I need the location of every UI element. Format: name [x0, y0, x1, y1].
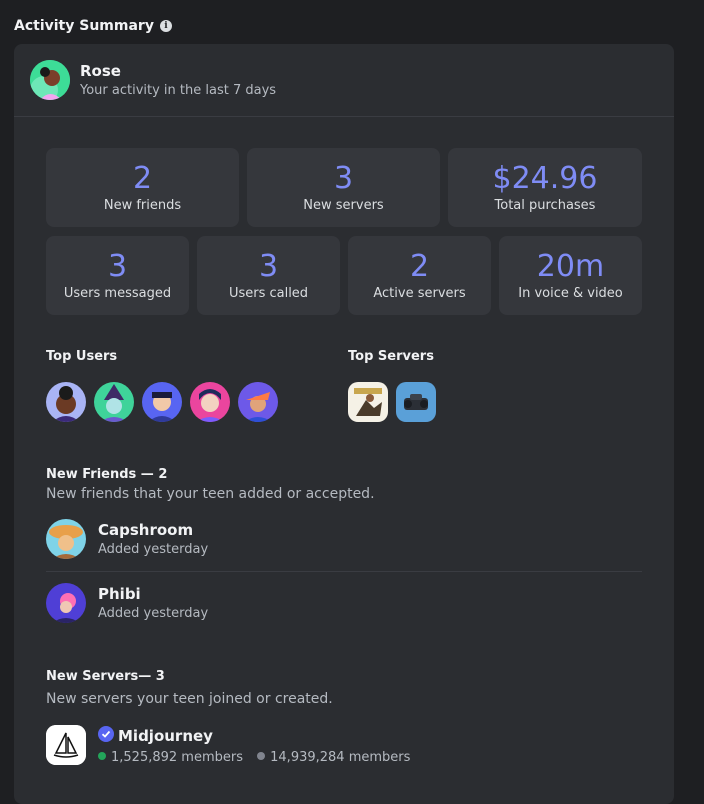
friend-status: Added yesterday [98, 606, 209, 621]
info-icon[interactable]: i [159, 20, 172, 32]
top-servers-title: Top Servers [348, 349, 434, 364]
online-members: 1,525,892 members [111, 749, 243, 765]
friend-avatar [46, 519, 86, 559]
header-subtitle: Your activity in the last 7 days [80, 83, 277, 98]
new-friends-header: New Friends — 2 New friends that your te… [46, 467, 375, 502]
stat-active-servers: 2 Active servers [348, 236, 491, 315]
midjourney-server-icon [46, 725, 86, 765]
online-dot-icon [98, 752, 106, 760]
top-server-icon[interactable] [396, 382, 436, 422]
top-user-avatar[interactable] [142, 382, 182, 422]
friend-row[interactable]: Phibi Added yesterday [46, 583, 642, 623]
friend-status: Added yesterday [98, 542, 209, 557]
top-users-list [46, 382, 278, 422]
top-user-avatar[interactable] [190, 382, 230, 422]
user-name: Rose [80, 62, 121, 80]
top-user-avatar[interactable] [238, 382, 278, 422]
friend-avatar [46, 583, 86, 623]
verified-icon [98, 725, 114, 746]
top-servers-list [348, 382, 436, 422]
activity-summary-card: Rose Your activity in the last 7 days 2 … [14, 44, 674, 804]
activity-summary-title: Activity Summary i [14, 18, 172, 34]
stat-new-servers: 3 New servers [247, 148, 440, 227]
card-header: Rose Your activity in the last 7 days [14, 44, 674, 117]
stats-row-top: 2 New friends 3 New servers $24.96 Total… [46, 148, 642, 227]
top-server-icon[interactable] [348, 382, 388, 422]
stat-total-purchases: $24.96 Total purchases [448, 148, 642, 227]
friend-name: Capshroom [98, 521, 194, 539]
members-dot-icon [257, 752, 266, 760]
top-user-avatar[interactable] [94, 382, 134, 422]
server-row[interactable]: Midjourney 1,525,892 members 14,939,284 … [46, 725, 642, 765]
divider [46, 571, 642, 572]
friend-name: Phibi [98, 585, 141, 603]
stat-voice-video: 20m In voice & video [499, 236, 642, 315]
total-members: 14,939,284 members [270, 749, 411, 765]
top-user-avatar[interactable] [46, 382, 86, 422]
friend-row[interactable]: Capshroom Added yesterday [46, 519, 642, 559]
stats-row-bottom: 3 Users messaged 3 Users called 2 Active… [46, 236, 642, 315]
new-servers-header: New Servers— 3 New servers your teen joi… [46, 669, 333, 707]
stat-users-messaged: 3 Users messaged [46, 236, 189, 315]
top-users-title: Top Users [46, 349, 118, 364]
user-avatar[interactable] [30, 60, 70, 100]
stat-new-friends: 2 New friends [46, 148, 239, 227]
server-name: Midjourney [118, 726, 213, 745]
stat-users-called: 3 Users called [197, 236, 340, 315]
